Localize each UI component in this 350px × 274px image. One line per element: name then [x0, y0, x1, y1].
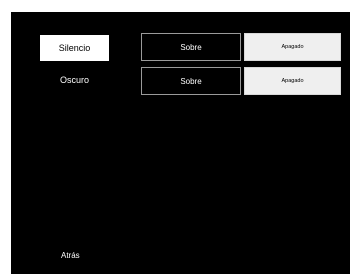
- row-label-text: Silencio: [58, 43, 91, 53]
- back-button-label: Atrás: [61, 251, 80, 260]
- row-label-oscuro[interactable]: Oscuro: [40, 68, 109, 92]
- state-toggle-label: Apagado: [281, 78, 304, 84]
- back-button[interactable]: Atrás: [61, 251, 80, 260]
- mode-button-label: Sobre: [180, 42, 202, 52]
- mode-button-oscuro[interactable]: Sobre: [141, 67, 241, 95]
- mode-button-label: Sobre: [180, 76, 202, 86]
- state-toggle-oscuro[interactable]: Apagado: [244, 67, 341, 95]
- settings-screen: Silencio Sobre Apagado Oscuro Sobre Apag…: [11, 12, 350, 274]
- row-label-silencio[interactable]: Silencio: [40, 35, 109, 61]
- state-toggle-silencio[interactable]: Apagado: [244, 33, 341, 61]
- state-toggle-label: Apagado: [281, 44, 304, 50]
- row-label-text: Oscuro: [59, 75, 89, 85]
- mode-button-silencio[interactable]: Sobre: [141, 33, 241, 61]
